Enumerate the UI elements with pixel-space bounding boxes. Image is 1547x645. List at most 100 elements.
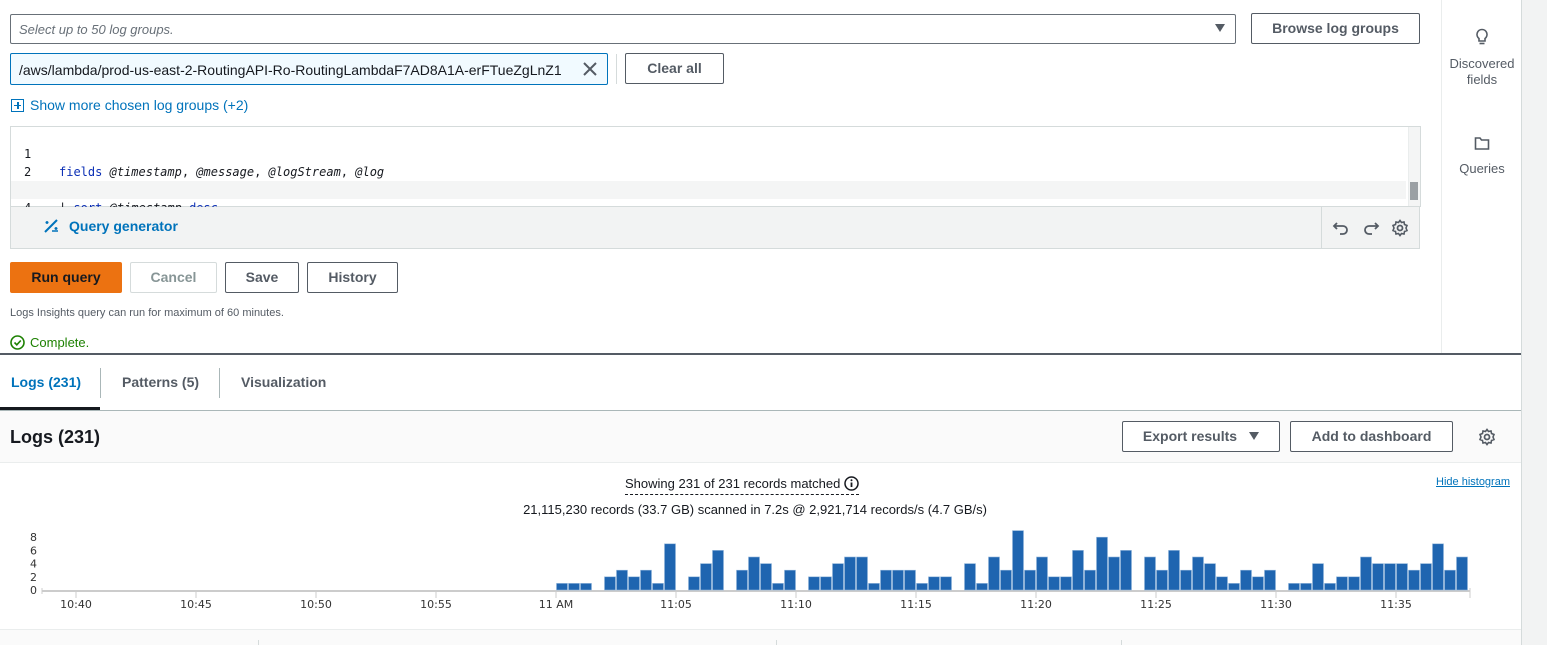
clear-all-button[interactable]: Clear all	[625, 53, 724, 84]
histogram-bar[interactable]	[1228, 583, 1240, 591]
undo-icon[interactable]	[1332, 219, 1350, 237]
histogram-bar[interactable]	[1012, 530, 1024, 591]
histogram-bar[interactable]	[1180, 569, 1192, 591]
histogram-bar[interactable]	[940, 576, 952, 591]
divider	[219, 368, 220, 398]
histogram-bar[interactable]	[784, 569, 796, 591]
histogram-bar[interactable]	[1048, 576, 1060, 591]
histogram-bar[interactable]	[904, 569, 916, 591]
tab-logs[interactable]: Logs (231)	[11, 374, 81, 390]
histogram-bar[interactable]	[1108, 556, 1120, 591]
histogram-bar[interactable]	[1120, 550, 1132, 591]
log-group-select[interactable]: Select up to 50 log groups.	[10, 14, 1236, 44]
queries-button[interactable]: Queries	[1442, 136, 1522, 177]
histogram-bar[interactable]	[1060, 576, 1072, 591]
histogram-bar[interactable]	[1324, 583, 1336, 591]
histogram-bar[interactable]	[604, 576, 616, 591]
browse-log-groups-button[interactable]: Browse log groups	[1251, 13, 1420, 44]
history-button[interactable]: History	[307, 262, 398, 293]
histogram-bar[interactable]	[1420, 563, 1432, 591]
histogram-bar[interactable]	[1024, 569, 1036, 591]
records-matched-summary[interactable]: Showing 231 of 231 records matched	[625, 476, 860, 495]
histogram-bar[interactable]	[616, 569, 628, 591]
editor-scrollbar[interactable]	[1408, 127, 1420, 206]
histogram-bar[interactable]	[892, 569, 904, 591]
histogram-bar[interactable]	[1144, 556, 1156, 591]
editor-line: 4 | limit 10000	[11, 181, 1406, 233]
histogram-bar[interactable]	[868, 583, 880, 591]
histogram-bar[interactable]	[1240, 569, 1252, 591]
histogram-bar[interactable]	[1216, 576, 1228, 591]
histogram-bar[interactable]	[664, 543, 676, 591]
histogram-bar[interactable]	[1456, 556, 1468, 591]
histogram-bar[interactable]	[808, 576, 820, 591]
histogram-bar[interactable]	[760, 563, 772, 591]
histogram-bar[interactable]	[1444, 569, 1456, 591]
histogram-bar[interactable]	[736, 569, 748, 591]
tab-visualization[interactable]: Visualization	[241, 374, 326, 390]
histogram-bar[interactable]	[964, 563, 976, 591]
histogram-bar[interactable]	[856, 556, 868, 591]
add-to-dashboard-button[interactable]: Add to dashboard	[1290, 421, 1453, 452]
redo-icon[interactable]	[1362, 219, 1380, 237]
query-generator-button[interactable]: Query generator	[43, 218, 178, 234]
run-query-button[interactable]: Run query	[10, 262, 122, 293]
histogram-bar[interactable]	[700, 563, 712, 591]
histogram-bar[interactable]	[1288, 583, 1300, 591]
scrollbar-thumb[interactable]	[1410, 182, 1418, 200]
column-divider	[258, 640, 259, 645]
histogram-bar[interactable]	[1336, 576, 1348, 591]
histogram-bar[interactable]	[1264, 569, 1276, 591]
hide-histogram-link[interactable]: Hide histogram	[1436, 476, 1510, 488]
histogram-bar[interactable]	[1408, 569, 1420, 591]
histogram-bar[interactable]	[988, 556, 1000, 591]
histogram-bar[interactable]	[1372, 563, 1384, 591]
histogram-bar[interactable]	[568, 583, 580, 591]
histogram-bar[interactable]	[748, 556, 760, 591]
settings-gear-icon[interactable]	[1478, 428, 1496, 446]
histogram-bar[interactable]	[556, 583, 568, 591]
histogram-bar[interactable]	[1072, 550, 1084, 591]
histogram-bar[interactable]	[916, 583, 928, 591]
histogram-bar[interactable]	[1156, 569, 1168, 591]
histogram-bar[interactable]	[1036, 556, 1048, 591]
discovered-fields-button[interactable]: Discovered fields	[1442, 28, 1522, 88]
gear-icon[interactable]	[1391, 219, 1409, 237]
close-icon[interactable]	[581, 60, 599, 78]
histogram-bar[interactable]	[1300, 583, 1312, 591]
histogram-bar[interactable]	[628, 576, 640, 591]
histogram-bar[interactable]	[580, 583, 592, 591]
show-more-log-groups-link[interactable]: Show more chosen log groups (+2)	[11, 97, 248, 113]
save-button[interactable]: Save	[225, 262, 299, 293]
histogram-bar[interactable]	[1096, 536, 1108, 591]
histogram-bar[interactable]	[1192, 556, 1204, 591]
histogram-bar[interactable]	[1000, 569, 1012, 591]
chosen-log-group-name: /aws/lambda/prod-us-east-2-RoutingAPI-Ro…	[19, 62, 562, 78]
histogram-bar[interactable]	[976, 583, 988, 591]
export-results-button[interactable]: Export results	[1122, 421, 1280, 452]
cancel-button[interactable]: Cancel	[130, 262, 217, 293]
histogram-bar[interactable]	[772, 583, 784, 591]
histogram-bar[interactable]	[1396, 563, 1408, 591]
query-editor[interactable]: 1 fields @timestamp, @message, @logStrea…	[10, 126, 1421, 233]
histogram-bar[interactable]	[1432, 543, 1444, 591]
histogram-bar[interactable]	[1348, 576, 1360, 591]
histogram-bar[interactable]	[844, 556, 856, 591]
histogram-bar[interactable]	[688, 576, 700, 591]
histogram-bar[interactable]	[1252, 576, 1264, 591]
histogram-bar[interactable]	[1084, 569, 1096, 591]
histogram-bar[interactable]	[832, 563, 844, 591]
tab-patterns[interactable]: Patterns (5)	[122, 374, 199, 390]
histogram-bar[interactable]	[820, 576, 832, 591]
histogram-bar[interactable]	[880, 569, 892, 591]
info-icon[interactable]	[844, 476, 860, 491]
histogram-bar[interactable]	[652, 583, 664, 591]
histogram-bar[interactable]	[928, 576, 940, 591]
histogram-bar[interactable]	[1168, 550, 1180, 591]
histogram-bar[interactable]	[1312, 563, 1324, 591]
histogram-bar[interactable]	[1204, 563, 1216, 591]
histogram-bar[interactable]	[712, 550, 724, 591]
histogram-bar[interactable]	[640, 569, 652, 591]
histogram-bar[interactable]	[1360, 556, 1372, 591]
histogram-bar[interactable]	[1384, 563, 1396, 591]
